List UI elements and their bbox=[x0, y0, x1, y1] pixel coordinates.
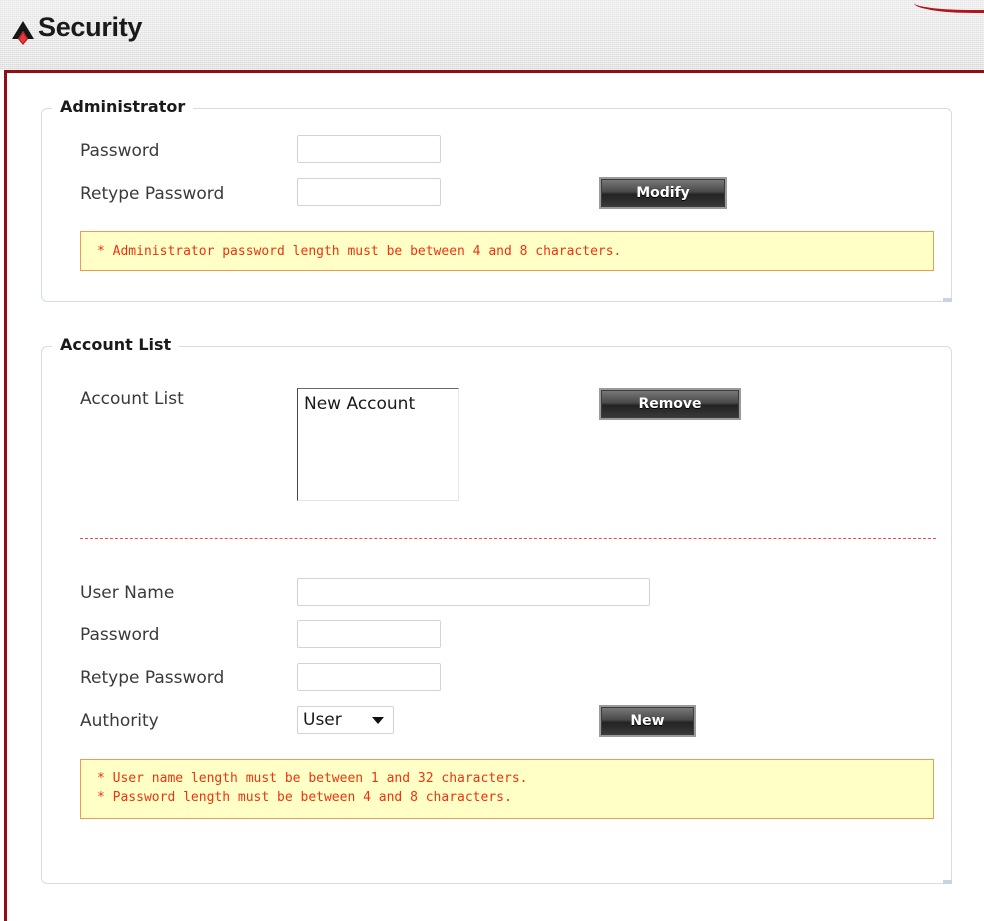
retype-password-label: Retype Password bbox=[80, 668, 225, 688]
admin-retype-password-input[interactable] bbox=[297, 178, 441, 206]
authority-selected-value: User bbox=[303, 710, 342, 730]
header-swoosh-decoration bbox=[914, 0, 984, 13]
admin-note-line: * Administrator password length must be … bbox=[97, 244, 622, 259]
account-rules-note: * User name length must be between 1 and… bbox=[80, 759, 934, 819]
password-label: Password bbox=[80, 625, 160, 645]
username-length-note: * User name length must be between 1 and… bbox=[97, 771, 528, 786]
page-title: Security bbox=[38, 12, 143, 42]
admin-retype-password-label: Retype Password bbox=[80, 184, 225, 204]
admin-password-note: * Administrator password length must be … bbox=[80, 231, 934, 271]
group-corner-mark bbox=[943, 298, 952, 302]
administrator-legend: Administrator bbox=[52, 97, 194, 117]
password-input[interactable] bbox=[297, 620, 441, 648]
password-length-note: * Password length must be between 4 and … bbox=[97, 790, 512, 805]
security-page: Security Administrator Password Retype P… bbox=[0, 0, 984, 921]
admin-password-input[interactable] bbox=[297, 135, 441, 163]
page-header: Security bbox=[0, 0, 984, 70]
remove-button[interactable]: Remove bbox=[599, 388, 741, 420]
chevron-down-icon bbox=[372, 717, 384, 724]
account-list-label: Account List bbox=[80, 389, 184, 409]
authority-select[interactable]: User bbox=[297, 706, 394, 734]
account-listbox[interactable]: New Account bbox=[297, 388, 459, 501]
modify-button[interactable]: Modify bbox=[599, 177, 727, 209]
user-name-input[interactable] bbox=[297, 578, 650, 606]
security-logo-icon bbox=[12, 21, 34, 45]
authority-label: Authority bbox=[80, 711, 159, 731]
account-list-legend: Account List bbox=[52, 335, 180, 355]
group-corner-mark bbox=[943, 880, 952, 884]
admin-password-label: Password bbox=[80, 141, 160, 161]
new-button[interactable]: New bbox=[599, 705, 696, 737]
section-divider bbox=[80, 538, 936, 539]
account-list-item[interactable]: New Account bbox=[298, 389, 458, 419]
user-name-label: User Name bbox=[80, 583, 175, 603]
administrator-group: Administrator bbox=[41, 97, 952, 302]
retype-password-input[interactable] bbox=[297, 663, 441, 691]
